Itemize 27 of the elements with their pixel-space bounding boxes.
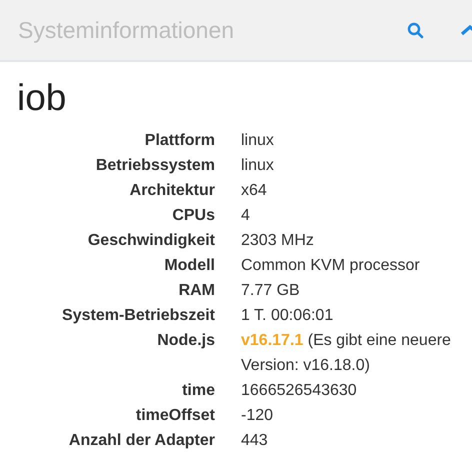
info-value: linux — [241, 156, 275, 176]
info-label: Betriebssystem — [94, 156, 215, 176]
info-label: time — [181, 381, 215, 401]
info-label: Plattform — [144, 131, 215, 151]
info-label: Anzahl der Adapter — [68, 431, 215, 451]
info-value: 7.77 GB — [241, 281, 301, 301]
info-label: Node.js — [156, 331, 215, 351]
info-value: Common KVM processor — [241, 256, 421, 276]
info-value: -120 — [241, 406, 274, 426]
info-value: x64 — [241, 181, 268, 201]
info-label: Architektur — [128, 181, 215, 201]
search-button[interactable] — [407, 22, 424, 38]
search-icon — [407, 22, 424, 38]
info-value: 443 — [241, 431, 269, 451]
info-label: RAM — [178, 281, 215, 301]
info-value: v16.17.1 (Es gibt eine neuere Version: v16.18.0) — [241, 331, 451, 376]
host-name: iob — [17, 76, 68, 120]
info-value: 1 T. 00:06:01 — [241, 306, 334, 326]
info-label: Geschwindigkeit — [86, 231, 215, 251]
info-value: 4 — [241, 206, 251, 226]
info-value: 1666526543630 — [241, 381, 358, 401]
info-label: CPUs — [171, 206, 215, 226]
info-label: Modell — [163, 256, 215, 276]
info-value: 2303 MHz — [241, 231, 315, 251]
info-label: timeOffset — [134, 406, 215, 426]
info-value: linux — [241, 131, 275, 151]
info-label: System-Betriebszeit — [61, 306, 215, 326]
